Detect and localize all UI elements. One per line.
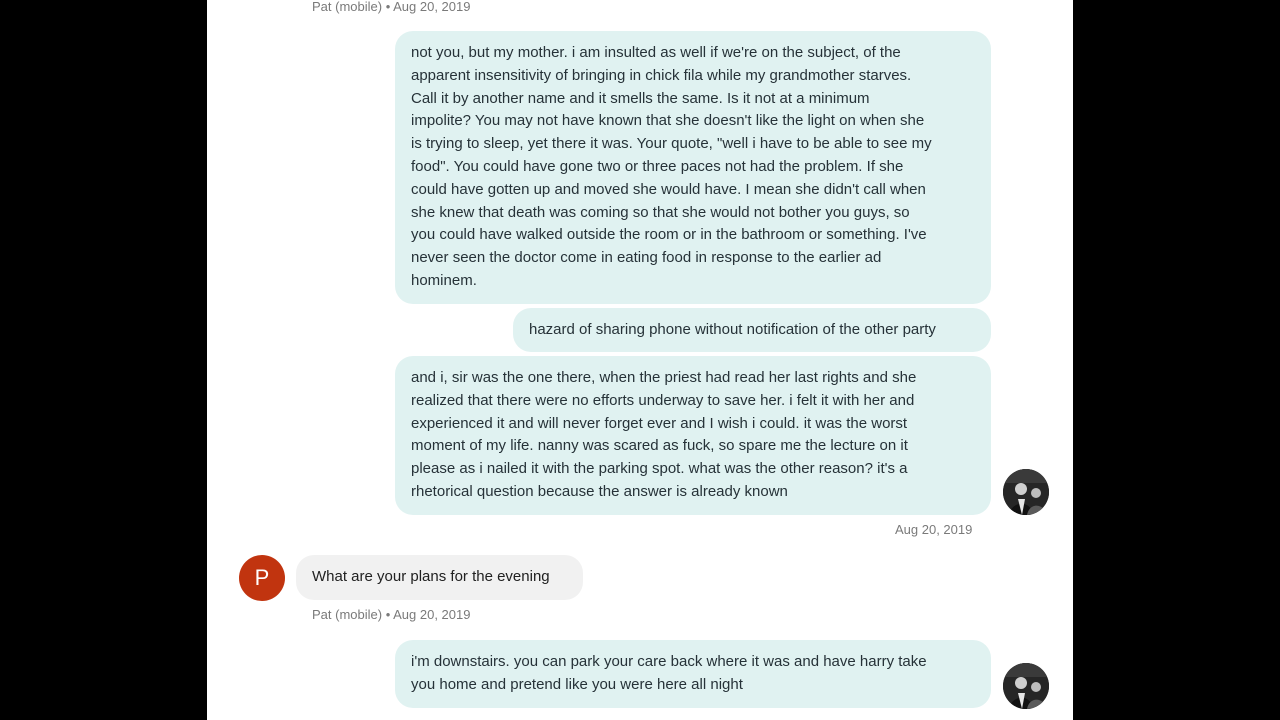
incoming-message-bubble[interactable]: What are your plans for the evening <box>296 555 583 600</box>
conversation-view: Pat (mobile) • Aug 20, 2019 not you, but… <box>207 0 1073 720</box>
outgoing-message-bubble[interactable]: i'm downstairs. you can park your care b… <box>395 640 991 708</box>
user-avatar[interactable] <box>1003 663 1049 709</box>
message-text: hazard of sharing phone without notifica… <box>529 321 936 338</box>
outgoing-message-bubble[interactable]: hazard of sharing phone without notifica… <box>513 308 991 352</box>
message-text: not you, but my mother. i am insulted as… <box>411 44 932 289</box>
message-text: and i, sir was the one there, when the p… <box>411 369 917 500</box>
outgoing-message-bubble[interactable]: and i, sir was the one there, when the p… <box>395 356 991 515</box>
message-text: i'm downstairs. you can park your care b… <box>411 653 927 693</box>
sender-meta-top: Pat (mobile) • Aug 20, 2019 <box>312 0 471 14</box>
sender-meta: Pat (mobile) • Aug 20, 2019 <box>312 607 471 622</box>
contact-avatar[interactable]: P <box>239 555 285 601</box>
outgoing-message-bubble[interactable]: not you, but my mother. i am insulted as… <box>395 31 991 304</box>
message-text: What are your plans for the evening <box>312 568 550 585</box>
user-photo-icon <box>1003 663 1049 709</box>
message-timestamp: Aug 20, 2019 <box>895 522 973 537</box>
user-photo-icon <box>1003 469 1049 515</box>
user-avatar[interactable] <box>1003 469 1049 515</box>
